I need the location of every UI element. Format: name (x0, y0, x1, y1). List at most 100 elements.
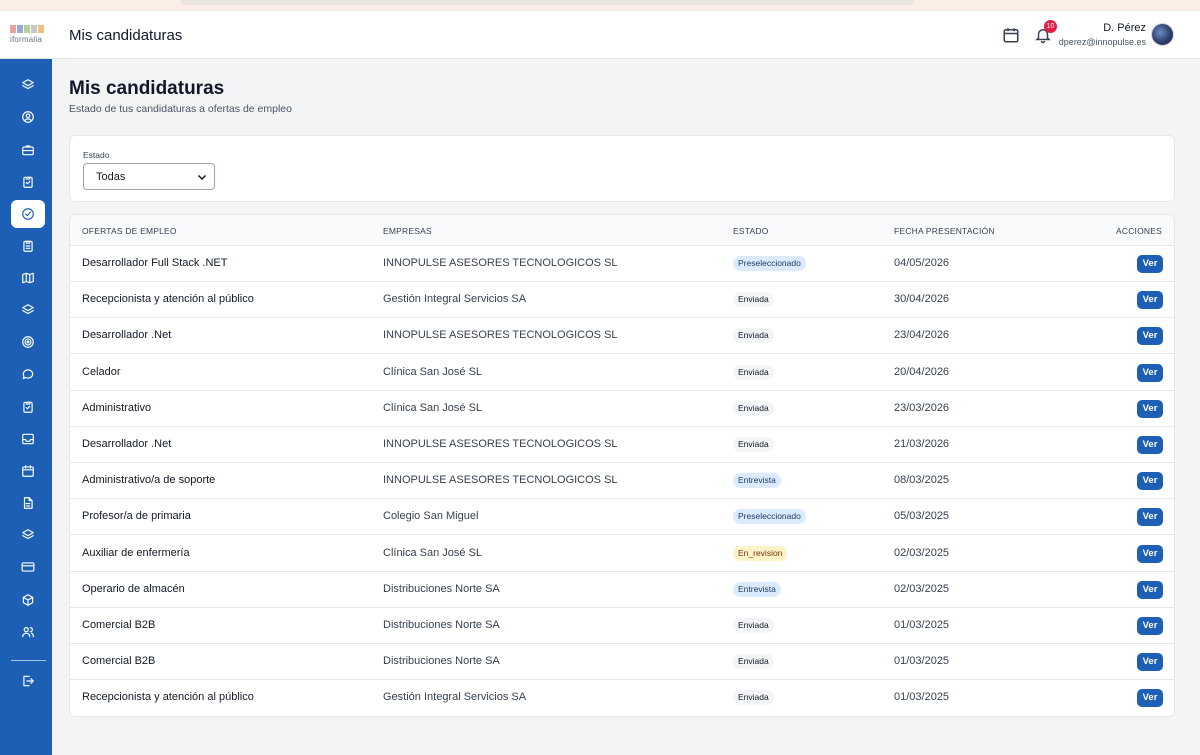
column-header-actions: ACCIONES (1116, 226, 1162, 236)
check-circle-icon (22, 208, 34, 220)
chat-icon (22, 369, 34, 380)
sidebar-item-users[interactable] (11, 618, 45, 646)
table-row: Recepcionista y atención al público Gesti… (70, 680, 1174, 716)
status-filter-select[interactable]: Todas (83, 163, 215, 190)
view-button[interactable]: Ver (1137, 436, 1163, 454)
table-row: Administrativo Clínica San José SL Enviada… (70, 391, 1174, 427)
offer-title: Administrativo (82, 401, 152, 414)
view-button[interactable]: Ver (1137, 653, 1163, 672)
sidebar-item-inbox[interactable] (11, 425, 45, 453)
company-name: Distribuciones Norte SA (383, 655, 500, 668)
sidebar-item-evaluations[interactable] (11, 393, 45, 421)
view-button[interactable]: Ver (1137, 472, 1163, 491)
submission-date: 05/03/2025 (894, 510, 950, 523)
submission-date: 04/05/2026 (894, 257, 950, 269)
view-button[interactable]: Ver (1137, 291, 1163, 310)
offer-title: Operario de almacén (82, 582, 185, 595)
app-logo[interactable]: iformalia (10, 25, 44, 47)
sidebar-item-resources[interactable] (11, 521, 45, 549)
logo-mark (10, 25, 44, 33)
logout-icon (23, 675, 34, 687)
status-badge: Preseleccionado (733, 256, 806, 271)
column-header-offer[interactable]: OFERTAS DE EMPLEO (82, 226, 177, 236)
user-name[interactable]: D. Pérez (1103, 22, 1146, 34)
submission-date: 30/04/2026 (894, 293, 950, 306)
calendar-icon (22, 465, 34, 477)
offer-title: Auxiliar de enfermería (82, 546, 190, 559)
table-header: OFERTAS DE EMPLEO EMPRESAS ESTADO FECHA … (70, 215, 1174, 246)
table-row: Profesor/a de primaria Colegio San Miguel… (70, 499, 1174, 536)
sidebar-item-jobs[interactable] (11, 136, 45, 164)
company-name: Distribuciones Norte SA (383, 582, 500, 595)
view-button[interactable]: Ver (1137, 399, 1163, 418)
view-button[interactable]: Ver (1137, 508, 1163, 527)
submission-date: 23/03/2026 (894, 401, 950, 414)
address-bar-pill (180, 0, 915, 5)
top-header: iformalia Mis candidaturas 10 D. Pérez d… (0, 11, 1200, 59)
sidebar-item-profile[interactable] (11, 103, 45, 131)
sidebar-item-documents[interactable] (11, 489, 45, 517)
page-title: Mis candidaturas (69, 78, 225, 99)
sidebar-item-candidaturas[interactable] (11, 200, 45, 228)
table-row: Desarrollador .Net INNOPULSE ASESORES TEC… (70, 427, 1174, 463)
user-circle-icon (22, 111, 34, 123)
view-button[interactable]: Ver (1137, 580, 1163, 599)
sidebar-item-payments[interactable] (11, 553, 45, 581)
status-badge: Enviada (733, 328, 774, 344)
chevron-down-icon (197, 174, 207, 181)
status-badge: Enviada (733, 400, 774, 416)
sidebar-item-courses[interactable] (11, 296, 45, 324)
sidebar-item-logout[interactable] (11, 667, 45, 695)
company-name: INNOPULSE ASESORES TECNOLOGICOS SL (383, 257, 618, 269)
logo-text: iformalia (10, 35, 43, 44)
view-button[interactable]: Ver (1137, 363, 1163, 382)
column-header-date[interactable]: FECHA PRESENTACIÓN (894, 226, 995, 236)
submission-date: 20/04/2026 (894, 365, 950, 378)
clipboard-list-icon (23, 240, 33, 252)
status-badge: En_revision (733, 545, 788, 561)
table-row: Operario de almacén Distribuciones Norte … (70, 572, 1174, 608)
column-header-status[interactable]: ESTADO (733, 226, 769, 236)
sidebar-item-goals[interactable] (11, 328, 45, 356)
company-name: Clínica San José SL (383, 401, 483, 414)
sidebar-item-forms[interactable] (11, 232, 45, 260)
sidebar-item-calendar[interactable] (11, 457, 45, 485)
table-row: Administrativo/a de soporte INNOPULSE ASE… (70, 463, 1174, 500)
sidebar-item-packages[interactable] (11, 586, 45, 614)
table-row: Celador Clínica San José SL Enviada 20/04/2… (70, 355, 1174, 391)
company-name: Clínica San José SL (383, 546, 483, 559)
calendar-icon[interactable] (1002, 26, 1020, 44)
header-title: Mis candidaturas (69, 27, 183, 44)
clipboard-icon (23, 176, 33, 188)
view-button[interactable]: Ver (1137, 617, 1163, 635)
view-button[interactable]: Ver (1137, 255, 1163, 273)
offer-title: Recepcionista y atención al público (82, 293, 254, 306)
submission-date: 01/03/2025 (894, 655, 950, 668)
sidebar-item-tasks[interactable] (11, 168, 45, 196)
view-button[interactable]: Ver (1137, 544, 1163, 563)
column-header-company[interactable]: EMPRESAS (383, 226, 432, 236)
submission-date: 02/03/2025 (894, 546, 950, 559)
submission-date: 01/03/2025 (894, 691, 950, 704)
table-row: Comercial B2B Distribuciones Norte SA Envi… (70, 608, 1174, 644)
offer-title: Profesor/a de primaria (82, 510, 191, 523)
view-button[interactable]: Ver (1137, 689, 1163, 708)
status-filter-label: Estado (83, 150, 110, 160)
notification-count-badge: 10 (1044, 20, 1057, 33)
avatar[interactable] (1151, 23, 1174, 46)
company-name: Distribuciones Norte SA (383, 619, 500, 631)
sidebar-item-messages[interactable] (11, 360, 45, 388)
layers-icon (22, 529, 34, 540)
users-icon (22, 627, 34, 638)
applications-table: OFERTAS DE EMPLEO EMPRESAS ESTADO FECHA … (69, 214, 1175, 717)
table-row: Auxiliar de enfermería Clínica San José S… (70, 536, 1174, 572)
sidebar-item-dashboard[interactable] (11, 71, 45, 99)
submission-date: 23/04/2026 (894, 329, 950, 342)
sidebar-item-map[interactable] (11, 264, 45, 292)
status-badge: Enviada (733, 618, 774, 633)
status-badge: Enviada (733, 292, 774, 308)
briefcase-icon (22, 145, 34, 156)
table-row: Desarrollador Full Stack .NET INNOPULSE A… (70, 246, 1174, 282)
page-subtitle: Estado de tus candidaturas a ofertas de … (69, 103, 292, 115)
view-button[interactable]: Ver (1137, 327, 1163, 346)
